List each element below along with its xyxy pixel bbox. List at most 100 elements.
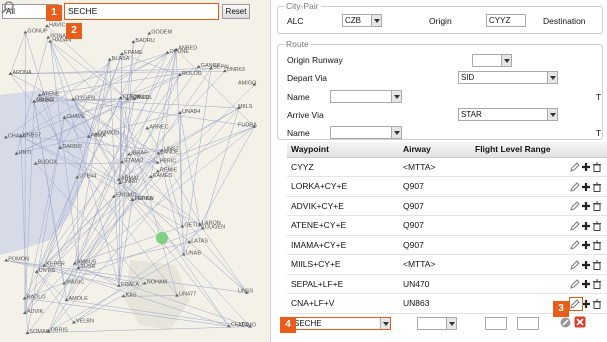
table-row[interactable]: ATENE+CY+E Q907 [287,215,607,236]
trash-icon[interactable] [592,162,602,173]
trash-icon[interactable] [592,240,602,251]
depart-name-select[interactable] [330,90,402,103]
cancel-icon[interactable] [574,316,586,328]
waypoint-label[interactable]: LATAS [191,238,208,244]
new-waypoint-select[interactable]: SECHE [291,317,391,330]
table-row[interactable]: IMAMA+CY+E Q907 [287,235,607,255]
waypoint-label[interactable]: KEPER [46,262,65,268]
waypoint-label[interactable]: SEPAL [213,64,230,70]
table-row[interactable]: ADVIK+CY+E Q907 [287,196,607,216]
arrive-name-select[interactable] [330,126,402,139]
waypoint-label[interactable]: ADVIK [27,309,44,315]
edit-icon[interactable] [570,201,580,211]
selected-waypoint-marker[interactable] [156,232,168,244]
waypoint-label[interactable]: NOHAM [147,280,168,286]
waypoint-label[interactable]: FEMA [91,133,107,139]
trash-icon[interactable] [592,221,602,231]
waypoint-label[interactable]: ROLOD [182,71,202,77]
waypoint-label[interactable]: MAGIC [66,279,84,285]
waypoint-label[interactable]: OBRIS [51,328,68,334]
waypoint-label[interactable]: OYGEN [75,95,95,101]
search-input[interactable]: SECHE [64,3,219,20]
add-icon[interactable] [581,201,591,211]
edit-icon[interactable] [570,279,580,289]
waypoint-label[interactable]: UNTIS [39,268,56,274]
trash-icon[interactable] [592,201,602,212]
waypoint-label[interactable]: GONUP [27,29,48,35]
waypoint-label[interactable]: UN477 [179,292,196,298]
new-airway-select[interactable] [417,317,457,330]
origin-runway-select[interactable] [472,54,512,67]
waypoint-label[interactable]: CHAVE [66,114,85,120]
add-icon[interactable] [581,240,591,250]
waypoint-label[interactable]: AMOLE [69,296,89,302]
waypoint-label[interactable]: LARON [202,220,221,226]
arrive-via-select[interactable]: STAR [458,108,558,121]
waypoint-label[interactable]: MIILS [238,104,253,110]
confirm-icon[interactable] [560,317,571,328]
magnifier-icon[interactable] [0,0,16,16]
waypoint-label[interactable]: OPUNE [169,49,189,55]
edit-icon[interactable] [570,259,580,270]
waypoint-label[interactable]: RADLO [27,294,47,300]
waypoint-label[interactable]: UNAB4 [182,109,200,115]
alc-select[interactable]: CZB [342,14,382,27]
add-icon[interactable] [581,279,591,289]
add-icon[interactable] [581,260,591,270]
waypoint-label[interactable]: HAVIC [49,22,65,28]
waypoint-label[interactable]: ARDNA [12,70,32,76]
waypoint-label[interactable]: MAGCI [36,98,55,104]
waypoint-label[interactable]: ETAMO [124,158,144,164]
waypoint-label[interactable]: BUDOX [38,160,58,166]
waypoint-label[interactable]: SOMED [129,95,149,101]
add-icon[interactable] [581,162,591,172]
route-map[interactable]: LORKA ODIBA UNR0 RADLO LANDE TUSR ANBED PUSIL RO… [0,0,270,342]
depart-via-select[interactable]: SID [458,71,558,84]
waypoint-label[interactable]: UNS7 [164,147,179,153]
add-icon[interactable] [581,221,591,231]
trash-icon[interactable] [592,260,602,270]
waypoint-label[interactable]: POMON [8,256,29,262]
flight-level-min-input[interactable] [485,317,507,330]
waypoint-label[interactable]: ARMAL [121,176,140,182]
waypoint-label[interactable]: IBRAP [131,151,148,157]
waypoint-label[interactable]: BADRU [135,38,154,44]
waypoint-label[interactable]: UTE44 [79,173,96,179]
waypoint-label[interactable]: PERIC [159,159,176,165]
waypoint-label[interactable]: UNSS [238,289,254,295]
waypoint-label[interactable]: AMBUS [77,260,97,266]
waypoint-label[interactable]: KAS [126,292,137,298]
trash-icon[interactable] [592,279,602,290]
waypoint-label[interactable]: DARBO [62,144,82,150]
edit-icon[interactable] [570,240,580,250]
waypoint-label[interactable]: UNBS7 [23,132,41,138]
waypoint-label[interactable]: PERDU [134,196,153,202]
reset-button[interactable]: Reset [222,4,250,19]
flight-level-max-input[interactable] [517,317,539,330]
add-icon[interactable] [581,182,591,192]
edit-icon[interactable] [570,181,580,192]
waypoint-label[interactable]: EAMES [153,173,173,179]
waypoint-label[interactable]: ATENE [42,91,60,97]
waypoint-label[interactable]: REMIE [160,167,178,173]
waypoint-label[interactable]: BLASA [112,56,130,62]
origin-input[interactable]: CYYZ [486,14,526,27]
waypoint-label[interactable]: UNTI [18,150,31,156]
map-canvas[interactable]: LORKAODIBAUNR0RADLOLANDETUSRANBEDPUSILRO… [0,0,270,342]
edit-icon[interactable] [570,162,580,172]
table-row[interactable]: LORKA+CY+E Q907 [287,176,607,197]
waypoint-label[interactable]: EDALA [121,282,139,288]
table-row[interactable]: SEPAL+LF+E UN470 [287,274,607,294]
waypoint-label[interactable]: ARREC [149,124,168,130]
table-row[interactable]: MIILS+CY+E <MTTA> [287,254,607,275]
chevron-down-icon [446,318,456,329]
trash-icon[interactable] [592,182,602,192]
edit-icon[interactable] [570,220,580,231]
waypoint-label[interactable]: UNAB [186,251,202,257]
waypoint-label[interactable]: SOMAK [29,329,49,335]
waypoint-label[interactable]: VELBN [76,318,94,324]
trash-icon[interactable] [592,299,602,309]
table-row[interactable]: CYYZ <MTTA> [287,157,607,177]
waypoint-label[interactable]: CELTO [231,322,250,328]
waypoint-label[interactable]: GODEM [151,29,172,35]
